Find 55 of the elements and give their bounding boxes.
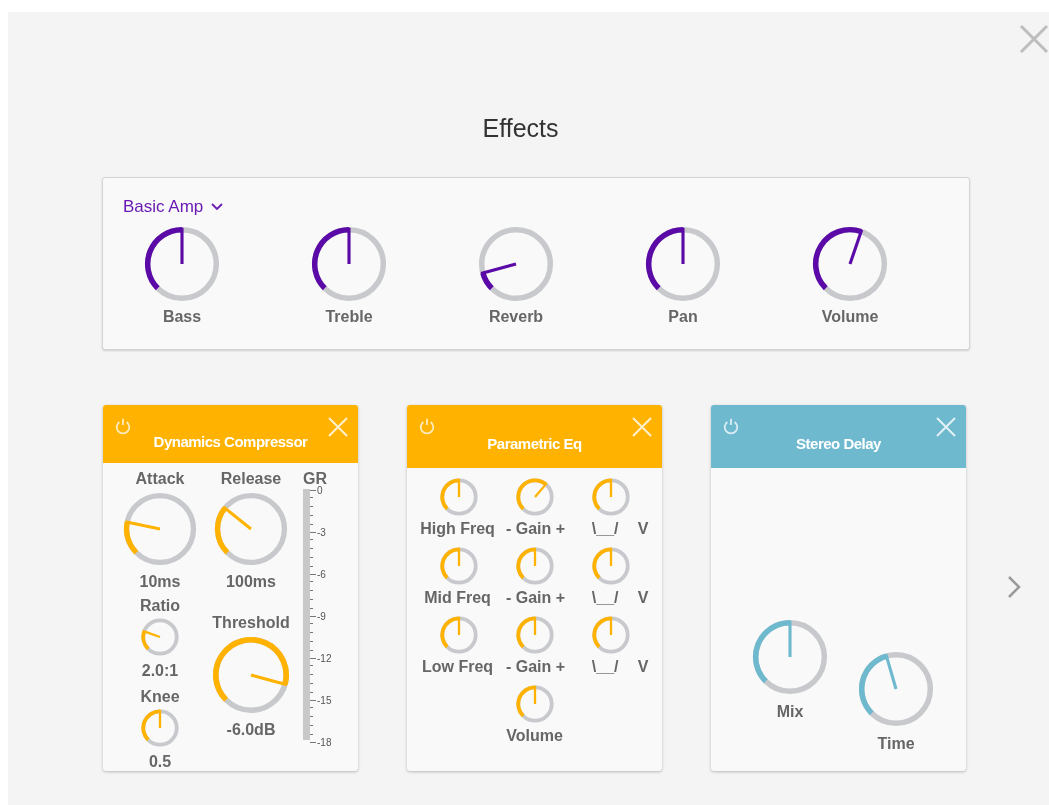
close-icon[interactable] xyxy=(1019,24,1049,54)
knob-label: Mix xyxy=(776,702,804,721)
knob-label: 10ms xyxy=(139,572,181,591)
knob-label: Ratio xyxy=(140,596,180,615)
knob-label: GR xyxy=(303,469,327,487)
power-icon[interactable] xyxy=(722,417,740,435)
knob-label: - Gain + xyxy=(504,657,567,676)
knob-label: - Gain + xyxy=(504,519,567,538)
tick-label: -6 xyxy=(317,568,326,580)
tick-label: -18 xyxy=(317,736,332,748)
knob-label: Pan xyxy=(668,307,698,326)
knob-label: Low Freq xyxy=(420,657,495,676)
knob-label: -6.0dB xyxy=(226,720,276,739)
knob-label: 100ms xyxy=(226,572,276,591)
knob-label: 2.0:1 xyxy=(141,661,179,680)
knob-label: Knee xyxy=(140,687,180,706)
knob-label: Volume xyxy=(821,307,879,326)
knob[interactable] xyxy=(310,225,388,303)
knob-label: 0.5 xyxy=(148,752,172,771)
card-title: Parametric Eq xyxy=(487,435,582,452)
knob-label: Treble xyxy=(325,307,373,326)
knob-label: \__/ xyxy=(590,657,619,676)
preset-label: Basic Amp xyxy=(123,197,204,217)
knob-label: V xyxy=(636,519,649,538)
tick-label: -12 xyxy=(317,652,332,664)
knob-label: Mid Freq xyxy=(423,588,492,607)
power-icon[interactable] xyxy=(114,417,132,435)
knob-label: Volume xyxy=(506,726,563,745)
knob-label: \__/ xyxy=(590,519,619,538)
knob[interactable] xyxy=(811,225,889,303)
knob-label: Release xyxy=(220,469,282,488)
window-title: Effects xyxy=(481,113,560,144)
knob-label: Bass xyxy=(162,307,202,326)
knob-label: Threshold xyxy=(212,613,290,632)
tick-label: 0 xyxy=(317,484,323,496)
tick-label: -9 xyxy=(317,610,326,622)
knob-label: V xyxy=(636,588,649,607)
knob[interactable] xyxy=(644,225,722,303)
card-title: Dynamics Compressor xyxy=(153,432,308,450)
chevron-right-icon[interactable] xyxy=(1007,575,1021,599)
knob-label: High Freq xyxy=(419,519,496,538)
knob-label: - Gain + xyxy=(504,588,567,607)
knob-label: V xyxy=(636,657,649,676)
knob[interactable] xyxy=(143,225,221,303)
knob-label: \__/ xyxy=(590,588,619,607)
tick-label: -15 xyxy=(317,694,332,706)
knob-label: Time xyxy=(877,734,915,753)
knob-label: Attack xyxy=(135,469,185,488)
preset-dropdown[interactable]: Basic Amp xyxy=(123,197,224,217)
knob[interactable] xyxy=(477,225,555,303)
power-icon[interactable] xyxy=(418,417,436,435)
chevron-down-icon xyxy=(211,203,224,211)
knob-label: Reverb xyxy=(488,307,544,326)
card-title: Stereo Delay xyxy=(796,435,881,452)
tick-label: -3 xyxy=(317,526,326,538)
